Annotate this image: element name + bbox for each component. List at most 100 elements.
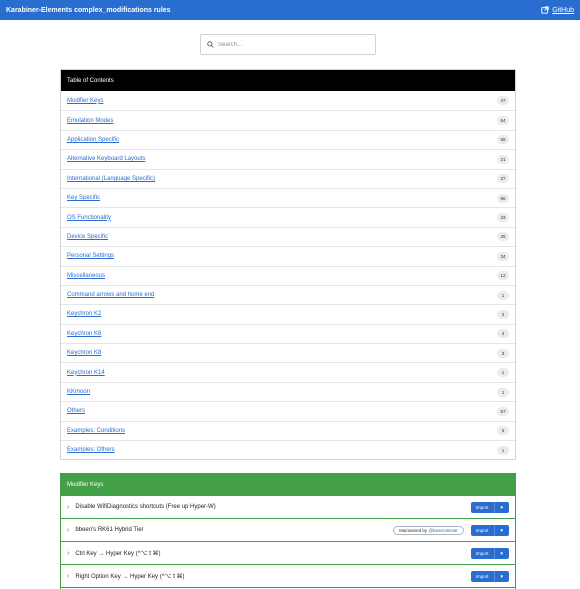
maintainer-link[interactable]: @beerministar <box>428 528 457 533</box>
toc-count-badge: 47 <box>497 96 509 106</box>
toc-item-link[interactable]: Keychron K2 <box>67 311 101 317</box>
search-icon <box>207 41 214 48</box>
toc-item-link[interactable]: Device Specific <box>67 234 108 240</box>
toc-item-link[interactable]: Emulation Modes <box>67 118 113 124</box>
import-button-group: Import ▼ <box>470 570 509 582</box>
rule-title: Ctrl Key → Hyper Key (^⌥⇧⌘) <box>75 550 161 557</box>
chevron-right-icon[interactable]: › <box>67 573 69 580</box>
github-link[interactable]: GitHub <box>541 6 574 14</box>
rule-row[interactable]: › Right Option Key → Hyper Key (^⌥⇧⌘) Im… <box>61 564 515 587</box>
import-dropdown-button[interactable]: ▼ <box>493 501 509 513</box>
section-header: Modifier Keys <box>61 474 515 495</box>
chevron-right-icon[interactable]: › <box>67 550 69 557</box>
rule-title: Right Option Key → Hyper Key (^⌥⇧⌘) <box>75 573 185 580</box>
toc-item-link[interactable]: Alternative Keyboard Layouts <box>67 156 145 162</box>
toc-item-link[interactable]: Application Specific <box>67 137 119 143</box>
rule-title: bbeen's RK61 Hybrid Tier <box>75 527 144 533</box>
toc-item-link[interactable]: Personal Settings <box>67 253 114 259</box>
import-button[interactable]: Import <box>470 524 494 536</box>
toc-item[interactable]: Others 57 <box>61 401 515 420</box>
import-dropdown-button[interactable]: ▼ <box>493 547 509 559</box>
toc-item-link[interactable]: KKmoon <box>67 389 90 395</box>
search-box[interactable] <box>200 34 376 55</box>
toc-item-link[interactable]: Key Specific <box>67 195 100 201</box>
toc-item-link[interactable]: Modifier Keys <box>67 98 103 104</box>
toc-item[interactable]: Personal Settings 34 <box>61 246 515 265</box>
toc-item[interactable]: Keychron K14 1 <box>61 362 515 381</box>
toc-count-badge: 33 <box>497 213 509 223</box>
caret-down-icon: ▼ <box>499 527 504 533</box>
toc-count-badge: 1 <box>497 368 509 378</box>
toc-item[interactable]: Keychron K2 2 <box>61 304 515 323</box>
toc-item[interactable]: Alternative Keyboard Layouts 21 <box>61 149 515 168</box>
toc-item[interactable]: OS Functionality 33 <box>61 207 515 226</box>
maintainer-prefix: Maintained by <box>399 527 429 533</box>
import-button-group: Import ▼ <box>470 524 509 536</box>
toc-item[interactable]: Examples: Others 1 <box>61 440 515 459</box>
toc-count-badge: 64 <box>497 116 509 126</box>
toc-item[interactable]: International (Language Specific) 37 <box>61 168 515 188</box>
chevron-right-icon[interactable]: › <box>67 527 69 534</box>
toc-item-link[interactable]: Examples: Others <box>67 447 115 453</box>
toc-item[interactable]: Command arrows and home end 1 <box>61 284 515 304</box>
import-dropdown-button[interactable]: ▼ <box>493 524 509 536</box>
toc-count-badge: 34 <box>497 251 509 261</box>
caret-down-icon: ▼ <box>499 573 504 579</box>
toc-item[interactable]: Examples: Conditions 5 <box>61 420 515 440</box>
toc-item[interactable]: KKmoon 1 <box>61 381 515 401</box>
import-button[interactable]: Import <box>470 501 494 513</box>
toc-count-badge: 25 <box>497 232 509 242</box>
toc-item-link[interactable]: Others <box>67 408 85 414</box>
toc-header: Table of Contents <box>61 70 515 91</box>
toc-item[interactable]: Device Specific 25 <box>61 226 515 246</box>
toc-count-badge: 1 <box>497 290 509 300</box>
toc-item-link[interactable]: Keychron K8 <box>67 350 101 356</box>
toc-count-badge: 86 <box>497 193 509 203</box>
toc-count-badge: 1 <box>497 387 509 397</box>
toc-count-badge: 12 <box>497 271 509 281</box>
toc-count-badge: 37 <box>497 174 509 184</box>
toc-item-link[interactable]: Keychron K14 <box>67 370 105 376</box>
toc-count-badge: 3 <box>497 348 509 358</box>
table-of-contents: Table of Contents Modifier Keys 47 Emulati… <box>60 69 516 461</box>
external-link-icon <box>541 6 549 14</box>
toc-item[interactable]: Application Specific 58 <box>61 129 515 149</box>
app-title: Karabiner-Elements complex_modifications… <box>6 6 171 14</box>
rule-row[interactable]: › Ctrl Key → Hyper Key (^⌥⇧⌘) Import ▼ <box>61 541 515 564</box>
toc-item-link[interactable]: Examples: Conditions <box>67 428 125 434</box>
toc-count-badge: 58 <box>497 135 509 145</box>
toc-item-link[interactable]: Command arrows and home end <box>67 292 154 298</box>
import-button[interactable]: Import <box>470 547 494 559</box>
import-button-group: Import ▼ <box>470 547 509 559</box>
rule-row[interactable]: › bbeen's RK61 Hybrid Tier Maintained by… <box>61 518 515 541</box>
top-navbar: Karabiner-Elements complex_modifications… <box>0 0 580 20</box>
toc-count-badge: 2 <box>497 309 509 319</box>
toc-item[interactable]: Miscellaneous 12 <box>61 265 515 285</box>
import-button[interactable]: Import <box>470 570 494 582</box>
toc-count-badge: 1 <box>497 445 509 455</box>
import-button-group: Import ▼ <box>470 501 509 513</box>
rule-title: Disable WifiDiagnostics shortcuts (Free … <box>75 504 216 510</box>
toc-item[interactable]: Key Specific 86 <box>61 187 515 207</box>
toc-item[interactable]: Emulation Modes 64 <box>61 110 515 129</box>
toc-count-badge: 5 <box>497 426 509 436</box>
toc-item-link[interactable]: OS Functionality <box>67 215 111 221</box>
github-link-label: GitHub <box>552 6 574 14</box>
toc-count-badge: 57 <box>497 406 509 416</box>
modifier-keys-section: Modifier Keys › Disable WifiDiagnostics … <box>60 473 516 589</box>
caret-down-icon: ▼ <box>499 550 504 556</box>
chevron-right-icon[interactable]: › <box>67 504 69 511</box>
toc-item[interactable]: Keychron K6 4 <box>61 323 515 343</box>
rule-row[interactable]: › Disable WifiDiagnostics shortcuts (Fre… <box>61 495 515 518</box>
import-dropdown-button[interactable]: ▼ <box>493 570 509 582</box>
toc-item-link[interactable]: Miscellaneous <box>67 273 105 279</box>
toc-count-badge: 4 <box>497 329 509 339</box>
toc-item-link[interactable]: International (Language Specific) <box>67 176 155 182</box>
toc-item-link[interactable]: Keychron K6 <box>67 331 101 337</box>
toc-item[interactable]: Keychron K8 3 <box>61 343 515 362</box>
toc-count-badge: 21 <box>497 154 509 164</box>
maintainer-badge: Maintained by @beerministar <box>393 525 464 535</box>
toc-item[interactable]: Modifier Keys 47 <box>61 91 515 110</box>
caret-down-icon: ▼ <box>499 504 504 510</box>
search-input[interactable] <box>218 41 368 48</box>
